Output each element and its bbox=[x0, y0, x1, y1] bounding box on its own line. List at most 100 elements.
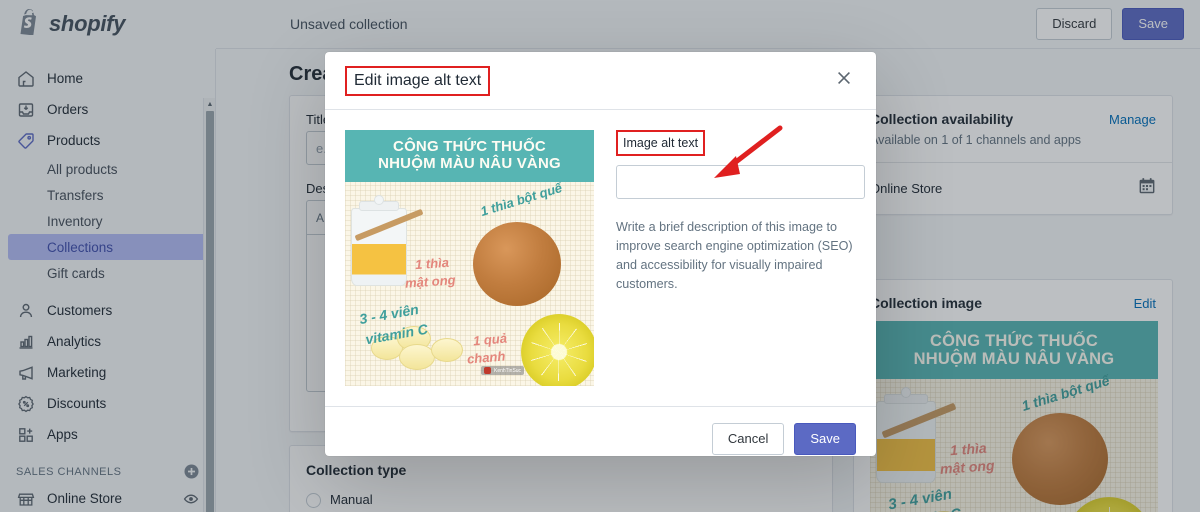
top-bar-actions: Discard Save bbox=[1036, 8, 1200, 40]
cancel-button[interactable]: Cancel bbox=[711, 422, 785, 455]
calendar-icon[interactable] bbox=[1138, 177, 1156, 200]
availability-header: Collection availability Manage bbox=[870, 111, 1156, 127]
scroll-up-arrow-icon[interactable]: ▲ bbox=[204, 98, 216, 110]
eye-icon[interactable] bbox=[183, 491, 199, 507]
sidebar-item-inventory[interactable]: Inventory bbox=[8, 208, 207, 234]
availability-channel-row[interactable]: Online Store bbox=[854, 163, 1172, 214]
products-tag-icon bbox=[16, 131, 36, 151]
customer-person-icon bbox=[16, 301, 36, 321]
sidebar-section-sales-channels: SALES CHANNELS bbox=[16, 450, 199, 483]
sidebar-item-marketing[interactable]: Marketing bbox=[8, 357, 207, 388]
orders-inbox-icon bbox=[16, 100, 36, 120]
thumb-label-lemon-1: 1 quả bbox=[472, 330, 508, 349]
sidebar-item-label: Apps bbox=[47, 427, 78, 442]
alt-text-help: Write a brief description of this image … bbox=[616, 220, 853, 292]
sidebar-subitem-label: All products bbox=[47, 161, 118, 177]
availability-title: Collection availability bbox=[870, 111, 1014, 127]
alt-text-form: Image alt text Write a brief description… bbox=[616, 130, 865, 386]
vitamin-tablet bbox=[399, 344, 435, 370]
thumb-watermark: KenhTinSuc bbox=[481, 366, 525, 375]
watermark-text: KenhTinSuc bbox=[494, 367, 522, 374]
discount-percent-icon bbox=[16, 394, 36, 414]
sidebar-item-label: Marketing bbox=[47, 365, 107, 380]
modal-save-button[interactable]: Save bbox=[794, 422, 856, 455]
thumb-label-lemon-2: chanh bbox=[466, 348, 506, 367]
sidebar-item-customers[interactable]: Customers bbox=[8, 295, 207, 326]
sidebar-subitem-label: Gift cards bbox=[47, 265, 105, 281]
collection-image-title: Collection image bbox=[870, 295, 983, 311]
apps-grid-icon bbox=[16, 425, 36, 445]
sidebar-item-collections[interactable]: Collections bbox=[8, 234, 207, 260]
modal-close-button[interactable] bbox=[832, 69, 856, 93]
sidebar-subitem-label: Transfers bbox=[47, 187, 104, 203]
collection-image-card: Collection image Edit CÔNG THỨC THUỐC NH… bbox=[853, 279, 1173, 512]
sidebar-item-label: Analytics bbox=[47, 334, 102, 349]
sidebar-item-home[interactable]: Home bbox=[8, 63, 207, 94]
thumb-label-cinnamon: 1 thìa bột quế bbox=[478, 179, 564, 220]
sidebar-item-label: Discounts bbox=[47, 396, 107, 411]
top-bar: shopify Unsaved collection Discard Save bbox=[0, 0, 1200, 49]
cinnamon-powder-mound bbox=[1012, 413, 1108, 505]
manual-radio-row[interactable]: Manual Add products to this collection o… bbox=[306, 492, 816, 512]
image-preview-thumbnail: CÔNG THỨC THUỐC NHUỘM MÀU NÂU VÀNG 1 thì… bbox=[345, 130, 594, 386]
availability-subtitle: Available on 1 of 1 channels and apps bbox=[870, 133, 1082, 147]
close-x-icon bbox=[834, 68, 854, 93]
sidebar-item-orders[interactable]: Orders bbox=[8, 94, 207, 125]
collection-image-header: Collection image Edit bbox=[854, 280, 1172, 321]
page-breadcrumb-title: Unsaved collection bbox=[290, 16, 408, 32]
alt-text-label-annotation-box: Image alt text bbox=[616, 130, 706, 156]
alt-text-label: Image alt text bbox=[623, 136, 699, 150]
manual-radio-button[interactable] bbox=[306, 493, 321, 508]
sidebar-item-all-products[interactable]: All products bbox=[8, 156, 207, 182]
thumb-heading-line1: CÔNG THỨC THUỐC bbox=[393, 138, 546, 156]
home-icon bbox=[16, 69, 36, 89]
plus-circle-icon[interactable] bbox=[184, 464, 199, 479]
artwork-heading-line2: NHUỘM MÀU NÂU VÀNG bbox=[913, 350, 1115, 368]
sidebar-item-transfers[interactable]: Transfers bbox=[8, 182, 207, 208]
sidebar-item-analytics[interactable]: Analytics bbox=[8, 326, 207, 357]
modal-body: CÔNG THỨC THUỐC NHUỘM MÀU NÂU VÀNG 1 thì… bbox=[325, 110, 876, 406]
storefront-icon bbox=[16, 489, 36, 509]
collection-image-preview[interactable]: CÔNG THỨC THUỐC NHUỘM MÀU NÂU VÀNG 1 thì… bbox=[870, 321, 1158, 512]
thumb-label-honey-2: mật ong bbox=[404, 272, 457, 291]
modal-header: Edit image alt text bbox=[325, 52, 876, 110]
artwork-heading: CÔNG THỨC THUỐC NHUỘM MÀU NÂU VÀNG bbox=[870, 321, 1158, 379]
brand-logo[interactable]: shopify bbox=[0, 0, 216, 49]
sidebar-subitem-label: Collections bbox=[47, 239, 114, 255]
sidebar-item-apps[interactable]: Apps bbox=[8, 419, 207, 450]
sidebar-subitem-label: Inventory bbox=[47, 213, 103, 229]
sidebar-item-products[interactable]: Products bbox=[8, 125, 207, 156]
sidebar-item-online-store[interactable]: Online Store bbox=[8, 483, 207, 512]
manual-radio-label: Manual bbox=[330, 492, 373, 507]
shopify-bag-icon bbox=[17, 8, 41, 40]
sidebar-item-gift-cards[interactable]: Gift cards bbox=[8, 260, 207, 286]
artwork-label-honey-2: mật ong bbox=[939, 457, 995, 477]
sidebar-item-label: Customers bbox=[47, 303, 113, 318]
thumb-artwork-heading: CÔNG THỨC THUỐC NHUỘM MÀU NÂU VÀNG bbox=[345, 130, 594, 182]
screen-root: shopify Unsaved collection Discard Save … bbox=[0, 0, 1200, 512]
artwork-label-cinnamon: 1 thìa bột quế bbox=[1019, 372, 1112, 414]
sidebar-section-label: SALES CHANNELS bbox=[16, 465, 122, 478]
edit-collection-image-link[interactable]: Edit bbox=[1134, 296, 1156, 311]
sidebar-nav: Home Orders Products All products Transf… bbox=[0, 49, 216, 512]
collection-image-header-row: Collection image Edit bbox=[870, 295, 1156, 311]
collection-availability-card: Collection availability Manage Available… bbox=[853, 95, 1173, 215]
alt-text-input[interactable] bbox=[616, 165, 865, 199]
sidebar-item-label: Products bbox=[47, 133, 101, 148]
sidebar-item-label: Home bbox=[47, 71, 84, 86]
sidebar-scrollbar[interactable]: ▲ ▼ bbox=[203, 98, 215, 512]
scrollbar-thumb[interactable] bbox=[206, 111, 214, 512]
modal-footer: Cancel Save bbox=[325, 406, 876, 470]
artwork-canvas: 1 thìa bột quế 1 thìa mật ong 3 - 4 viên… bbox=[870, 372, 1158, 512]
watermark-badge-icon bbox=[484, 367, 491, 374]
save-button[interactable]: Save bbox=[1122, 8, 1184, 40]
thumb-label-honey-1: 1 thìa bbox=[414, 254, 450, 273]
modal-title: Edit image alt text bbox=[354, 71, 482, 89]
sidebar-item-discounts[interactable]: Discounts bbox=[8, 388, 207, 419]
vitamin-tablet bbox=[431, 338, 463, 362]
discard-button[interactable]: Discard bbox=[1036, 8, 1113, 40]
jar-knob bbox=[373, 194, 385, 205]
sidebar-item-label: Orders bbox=[47, 102, 89, 117]
manage-availability-link[interactable]: Manage bbox=[1109, 112, 1156, 127]
